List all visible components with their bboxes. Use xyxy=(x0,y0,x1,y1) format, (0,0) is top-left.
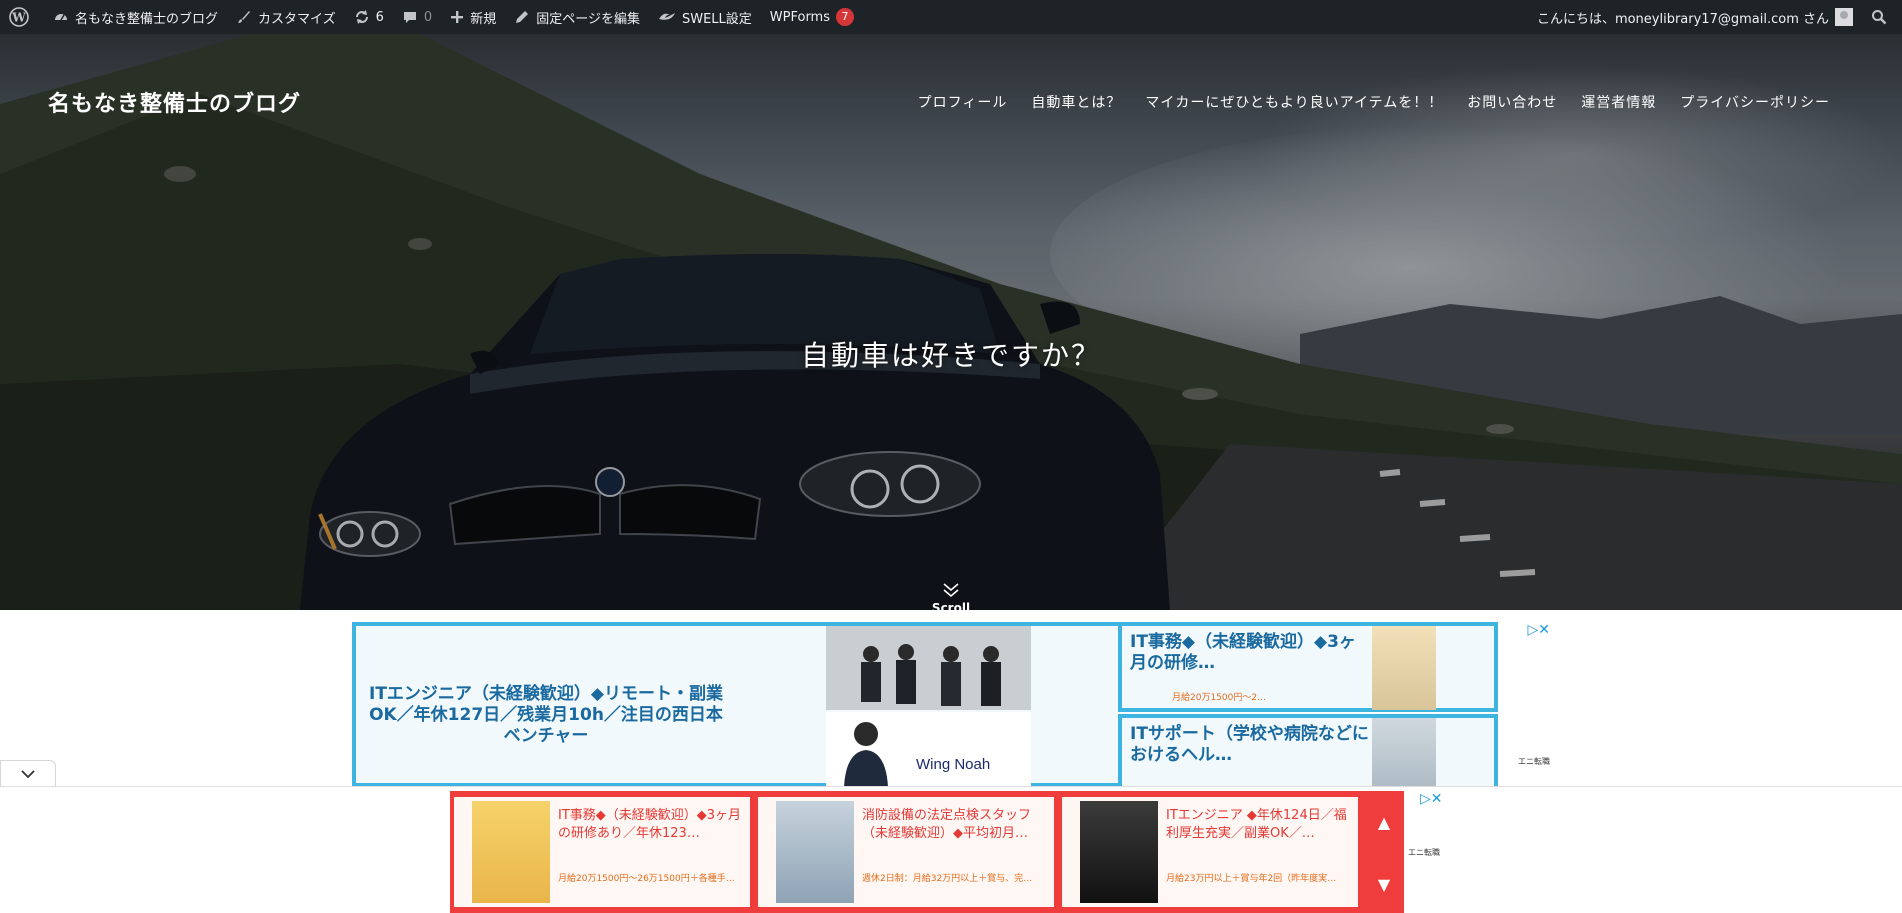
ad-small-card-1-title[interactable]: IT事務◆（未経験歓迎）◆3ヶ月の研修… xyxy=(1130,632,1370,674)
double-chevron-down-icon xyxy=(943,583,959,598)
nav-item-operator[interactable]: 運営者情報 xyxy=(1569,92,1668,112)
swell-icon xyxy=(658,13,675,20)
wpforms-label: WPForms xyxy=(769,9,830,25)
customize-link[interactable]: カスタマイズ xyxy=(227,0,345,34)
hero-overlay xyxy=(0,34,1902,610)
hero-catchphrase: 自動車は好きですか？ xyxy=(800,339,1101,372)
arrow-up-icon[interactable]: ▲ xyxy=(1368,813,1400,832)
ad-person-image xyxy=(844,722,888,787)
anchor-ad: IT事務◆（未経験歓迎）◆3ヶ月の研修あり／年休123… 月給20万1500円～… xyxy=(0,786,1902,913)
my-account-menu[interactable]: こんにちは、moneylibrary17@gmail.com さん xyxy=(1528,0,1862,34)
site-title[interactable]: 名もなき整備士のブログ xyxy=(48,86,301,118)
updates-icon xyxy=(355,10,368,24)
anchor-ad-nav: ▲ ▼ xyxy=(1368,797,1400,907)
chevron-down-icon xyxy=(21,769,35,778)
anchor-ad-network-label: エニ転職 xyxy=(1408,848,1440,857)
anchor-ad-card-1-sub: 月給20万1500円～26万1500円＋各種手… xyxy=(558,874,735,884)
nav-item-about-cars[interactable]: 自動車とは？ xyxy=(1019,92,1133,112)
ad-small-card-2-title[interactable]: ITサポート（学校や病院などにおけるヘル… xyxy=(1130,724,1370,766)
scroll-label: Scroll xyxy=(931,601,971,610)
nav-item-contact[interactable]: お問い合わせ xyxy=(1455,92,1569,112)
arrow-down-icon[interactable]: ▼ xyxy=(1368,875,1400,894)
hero-section: 名もなき整備士のブログ プロフィール 自動車とは？ マイカーにぜひともより良いア… xyxy=(0,34,1902,610)
ad-choices-icon[interactable]: ▷✕ xyxy=(1528,622,1551,638)
ad-brand-logo: Wing Noah xyxy=(916,756,991,773)
new-content-menu[interactable]: 新規 xyxy=(441,0,505,34)
search-toggle[interactable] xyxy=(1862,0,1902,34)
svg-text:W: W xyxy=(11,11,26,25)
ad-small-card-1-sub: 月給20万1500円～2… xyxy=(1172,693,1267,703)
wp-logo-menu[interactable]: W xyxy=(0,0,44,34)
wpforms-notification-badge: 7 xyxy=(836,8,854,26)
avatar xyxy=(1835,8,1853,26)
ad-network-label: エニ転職 xyxy=(1518,757,1550,766)
greeting-label: こんにちは、moneylibrary17@gmail.com さん xyxy=(1536,11,1829,27)
ad-main-card[interactable]: ITエンジニア（未経験歓迎）◆リモート・副業OK／年休127日／残業月10h／注… xyxy=(352,622,1118,787)
wpforms-link[interactable]: WPForms 7 xyxy=(761,0,863,34)
global-nav: プロフィール 自動車とは？ マイカーにぜひともより良いアイテムを！！ お問い合わ… xyxy=(906,92,1842,112)
edit-page-label: 固定ページを編集 xyxy=(536,11,640,27)
edit-page-link[interactable]: 固定ページを編集 xyxy=(505,0,649,34)
anchor-ad-choices-icon[interactable]: ▷✕ xyxy=(1420,791,1443,807)
wordpress-icon: W xyxy=(9,7,29,27)
nav-item-profile[interactable]: プロフィール xyxy=(906,92,1020,112)
ad-main-title[interactable]: ITエンジニア（未経験歓迎）◆リモート・副業OK／年休127日／残業月10h／注… xyxy=(366,684,726,747)
anchor-ad-card-2[interactable]: 消防設備の法定点検スタッフ（未経験歓迎）◆平均初月… 週休2日制：月給32万円以… xyxy=(758,797,1054,907)
customize-label: カスタマイズ xyxy=(258,11,336,27)
nav-item-items[interactable]: マイカーにぜひともより良いアイテムを！！ xyxy=(1133,92,1455,112)
anchor-ad-toggle[interactable] xyxy=(0,760,56,786)
ad-main-photo[interactable] xyxy=(826,626,1031,710)
updates-link[interactable]: 6 xyxy=(345,0,393,34)
scroll-indicator[interactable]: Scroll xyxy=(931,582,971,610)
anchor-ad-card-1-title[interactable]: IT事務◆（未経験歓迎）◆3ヶ月の研修あり／年休123… xyxy=(558,807,743,843)
anchor-ad-card-1-image[interactable] xyxy=(472,801,550,903)
search-icon xyxy=(1872,10,1887,25)
comments-link[interactable]: 0 xyxy=(393,0,441,34)
pencil-icon xyxy=(516,11,529,23)
ad-small-card-1[interactable]: IT事務◆（未経験歓迎）◆3ヶ月の研修… 月給20万1500円～2… xyxy=(1118,622,1498,712)
anchor-ad-card-3-sub: 月給23万円以上＋賞与年2回（昨年度実… xyxy=(1166,874,1337,884)
site-name-menu[interactable]: 名もなき整備士のブログ xyxy=(44,0,227,34)
anchor-ad-card-2-sub: 週休2日制：月給32万円以上＋賞与、完… xyxy=(862,874,1033,884)
inline-ad[interactable]: ITエンジニア（未経験歓迎）◆リモート・副業OK／年休127日／残業月10h／注… xyxy=(352,622,1552,804)
new-label: 新規 xyxy=(470,11,497,27)
ad-brand-area[interactable] xyxy=(826,712,1031,787)
anchor-ad-box[interactable]: IT事務◆（未経験歓迎）◆3ヶ月の研修あり／年休123… 月給20万1500円～… xyxy=(450,791,1404,913)
ad-people-image xyxy=(826,626,1031,710)
anchor-ad-card-2-title[interactable]: 消防設備の法定点検スタッフ（未経験歓迎）◆平均初月… xyxy=(862,807,1047,843)
nav-item-privacy[interactable]: プライバシーポリシー xyxy=(1668,92,1842,112)
wp-admin-bar: W 名もなき整備士のブログ カスタマイズ 6 0 新規 固定ページを編集 SWE… xyxy=(0,0,1902,34)
brush-icon xyxy=(238,11,251,23)
anchor-ad-card-2-image[interactable] xyxy=(776,801,854,903)
dashboard-icon xyxy=(55,14,67,21)
comments-count: 0 xyxy=(423,9,433,25)
anchor-ad-card-3-image[interactable] xyxy=(1080,801,1158,903)
anchor-ad-card-3-title[interactable]: ITエンジニア ◆年休124日／福利厚生充実／副業OK／… xyxy=(1166,807,1351,843)
swell-settings-link[interactable]: SWELL設定 xyxy=(649,0,761,34)
ad-small-card-1-image[interactable] xyxy=(1372,626,1436,710)
comment-icon xyxy=(403,12,416,23)
updates-count: 6 xyxy=(375,9,384,25)
plus-icon xyxy=(451,11,464,23)
site-name-label: 名もなき整備士のブログ xyxy=(75,11,219,27)
anchor-ad-card-1[interactable]: IT事務◆（未経験歓迎）◆3ヶ月の研修あり／年休123… 月給20万1500円～… xyxy=(454,797,750,907)
anchor-ad-card-3[interactable]: ITエンジニア ◆年休124日／福利厚生充実／副業OK／… 月給23万円以上＋賞… xyxy=(1062,797,1358,907)
swell-label: SWELL設定 xyxy=(681,11,752,27)
